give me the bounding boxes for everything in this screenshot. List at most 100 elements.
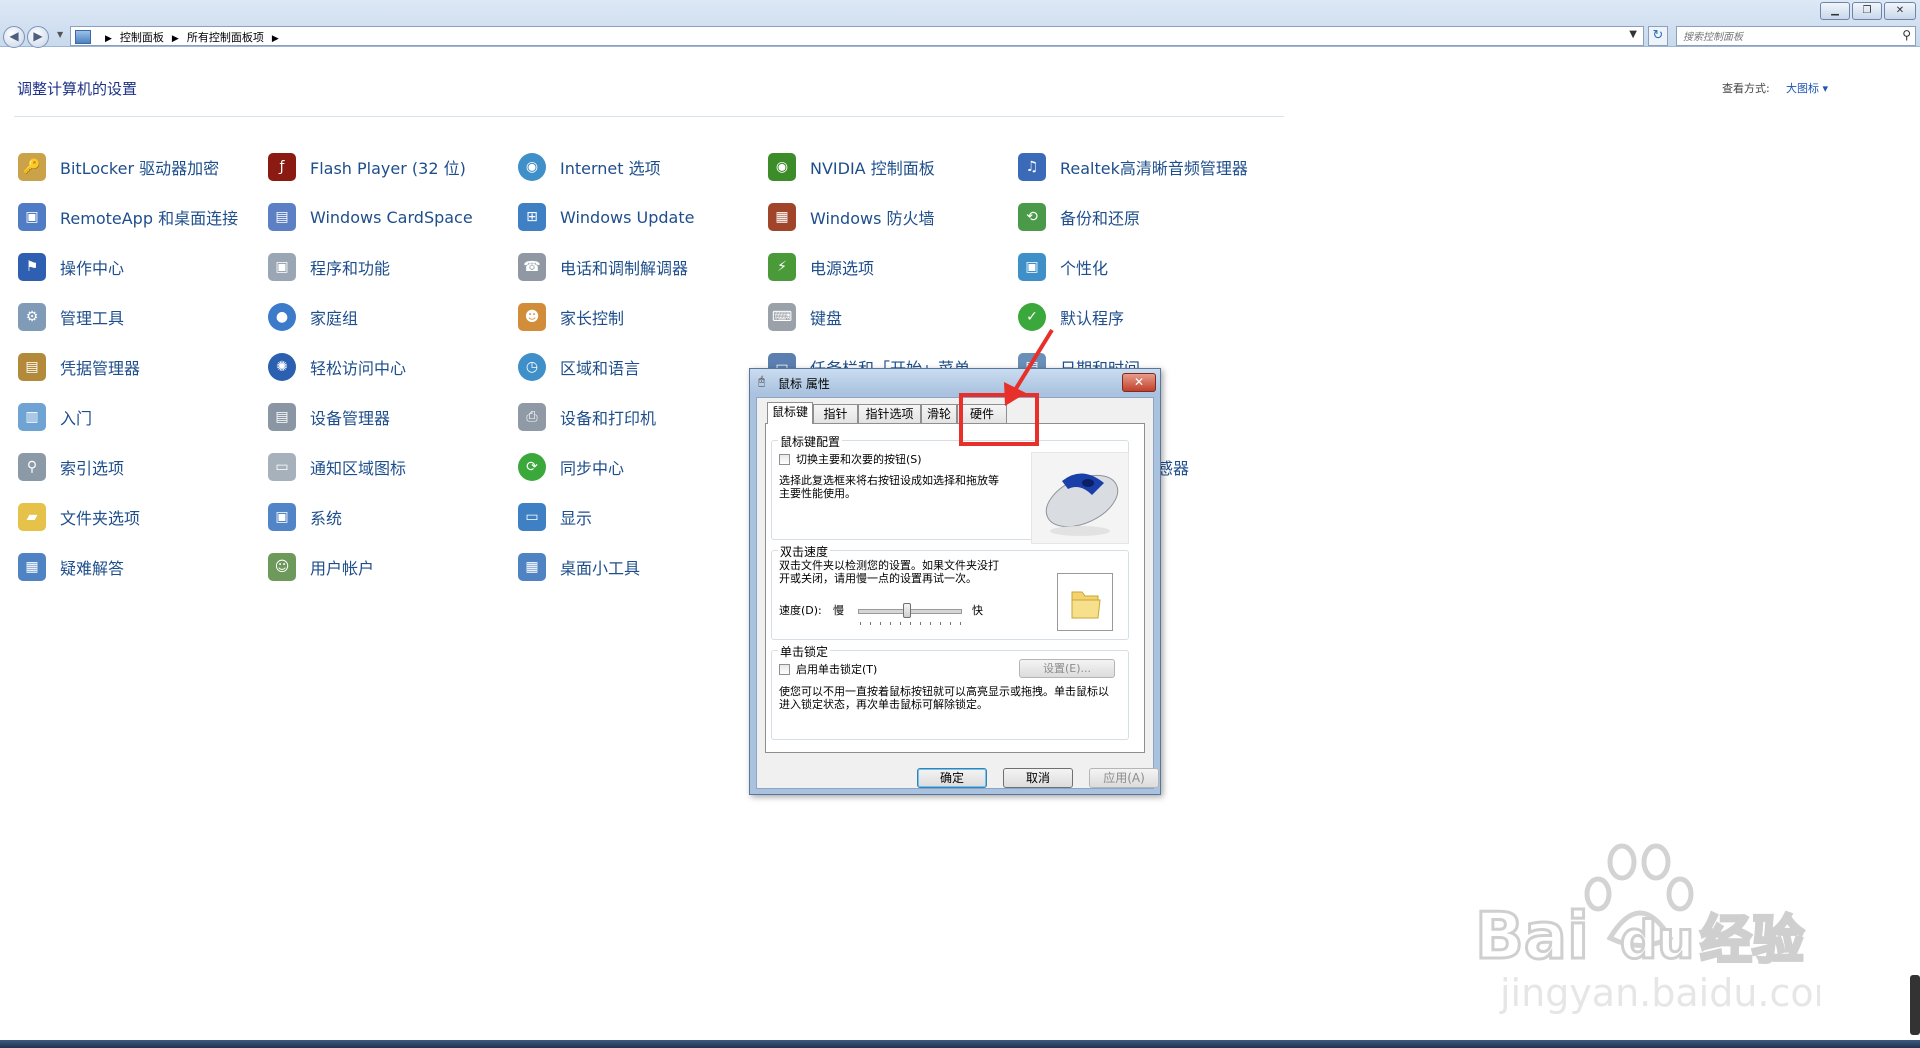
power-plug-icon: ⚡ [768, 253, 796, 281]
view-by-dropdown[interactable]: 大图标 ▾ [1786, 80, 1828, 96]
tab-buttons[interactable]: 鼠标键 [767, 402, 813, 424]
control-panel-icon [75, 30, 91, 44]
page-title: 调整计算机的设置 [17, 80, 138, 98]
item-devices-printers[interactable]: ⎙ 设备和打印机 [518, 402, 656, 432]
item-troubleshooting[interactable]: ▦ 疑难解答 [18, 552, 124, 582]
taskbar [0, 1040, 1920, 1048]
slider-thumb[interactable] [902, 603, 911, 618]
breadcrumb-all-items[interactable]: 所有控制面板项 [187, 31, 264, 44]
address-dropdown-icon[interactable]: ▼ [1629, 29, 1637, 40]
item-label: 通知区域图标 [310, 459, 407, 478]
item-windows-update[interactable]: ⊞ Windows Update [518, 202, 694, 232]
tab-pointer-options[interactable]: 指针选项 [858, 404, 921, 423]
speed-label: 速度(D): [779, 604, 822, 617]
back-button[interactable]: ◀ [3, 26, 25, 48]
item-action-center[interactable]: ⚑ 操作中心 [18, 252, 124, 282]
item-programs-features[interactable]: ▣ 程序和功能 [268, 252, 390, 282]
item-cardspace[interactable]: ▤ Windows CardSpace [268, 202, 473, 232]
breadcrumb-control-panel[interactable]: 控制面板 [120, 31, 164, 44]
parental-controls-icon: ☻ [518, 303, 546, 331]
search-icon[interactable]: ⚲ [1902, 28, 1911, 42]
notification-area-icon: ▭ [268, 453, 296, 481]
item-power-options[interactable]: ⚡ 电源选项 [768, 252, 874, 282]
search-input[interactable] [1681, 28, 1885, 46]
back-arrow-icon: ◀ [9, 29, 19, 43]
troubleshoot-icon: ▦ [18, 553, 46, 581]
test-folder[interactable] [1057, 573, 1113, 631]
item-system[interactable]: ▣ 系统 [268, 502, 342, 532]
vault-icon: ▤ [18, 353, 46, 381]
dialog-title-bar[interactable]: 🖰 鼠标 属性 ✕ [750, 369, 1160, 394]
item-admin-tools[interactable]: ⚙ 管理工具 [18, 302, 124, 332]
gear-icon: ⚙ [18, 303, 46, 331]
item-nvidia[interactable]: ◉ NVIDIA 控制面板 [768, 152, 935, 182]
item-homegroup[interactable]: ● 家庭组 [268, 302, 358, 332]
recent-pages-dropdown[interactable]: ▼ [57, 30, 63, 39]
click-lock-settings-button[interactable]: 设置(E)... [1019, 659, 1115, 678]
nvidia-icon: ◉ [768, 153, 796, 181]
item-flash-player[interactable]: ƒ Flash Player (32 位) [268, 152, 466, 182]
item-ease-of-access[interactable]: ✺ 轻松访问中心 [268, 352, 406, 382]
breadcrumb-chevron-icon[interactable]: ▶ [272, 34, 279, 44]
dialog-title: 鼠标 属性 [778, 377, 830, 391]
item-device-manager[interactable]: ▤ 设备管理器 [268, 402, 390, 432]
tab-wheel[interactable]: 滑轮 [921, 404, 957, 423]
item-sensor-partial[interactable]: 感器 [1157, 452, 1189, 482]
item-credential-manager[interactable]: ▤ 凭据管理器 [18, 352, 140, 382]
dialog-close-button[interactable]: ✕ [1122, 373, 1156, 392]
breadcrumb-chevron-icon[interactable]: ▶ [172, 34, 179, 44]
tab-pointers[interactable]: 指针 [813, 404, 858, 423]
item-indexing-options[interactable]: ⚲ 索引选项 [18, 452, 124, 482]
item-internet-options[interactable]: ◉ Internet 选项 [518, 152, 661, 182]
item-bitlocker[interactable]: 🔑 BitLocker 驱动器加密 [18, 152, 219, 182]
item-parental-controls[interactable]: ☻ 家长控制 [518, 302, 624, 332]
search-box[interactable]: ⚲ [1676, 26, 1916, 46]
item-user-accounts[interactable]: ☺ 用户帐户 [268, 552, 374, 582]
item-label: 凭据管理器 [60, 359, 141, 378]
display-icon: ▭ [518, 503, 546, 531]
switch-buttons-checkbox[interactable] [779, 454, 790, 465]
item-folder-options[interactable]: ▰ 文件夹选项 [18, 502, 140, 532]
switch-buttons-label[interactable]: 切换主要和次要的按钮(S) [796, 453, 922, 466]
item-region-language[interactable]: ◷ 区域和语言 [518, 352, 640, 382]
item-keyboard[interactable]: ⌨ 键盘 [768, 302, 842, 332]
item-display[interactable]: ▭ 显示 [518, 502, 592, 532]
dialog-body: 鼠标键 指针 指针选项 滑轮 硬件 鼠标键配置 切换主要和次要的按钮(S) 选择… [756, 397, 1159, 789]
item-getting-started[interactable]: ▥ 入门 [18, 402, 92, 432]
item-realtek[interactable]: ♫ Realtek高清晰音频管理器 [1018, 152, 1248, 182]
group-title: 单击锁定 [778, 643, 831, 660]
item-label: 设备管理器 [310, 409, 391, 428]
click-lock-checkbox[interactable] [779, 664, 790, 675]
item-personalization[interactable]: ▣ 个性化 [1018, 252, 1108, 282]
scroll-handle[interactable] [1910, 975, 1920, 1035]
click-lock-label[interactable]: 启用单击锁定(T) [796, 663, 877, 676]
breadcrumb-chevron-icon[interactable]: ▶ [105, 34, 112, 44]
item-desktop-gadgets[interactable]: ▦ 桌面小工具 [518, 552, 640, 582]
cancel-button[interactable]: 取消 [1003, 768, 1073, 788]
address-bar[interactable]: ▶ 控制面板 ▶ 所有控制面板项 ▶ ▼ [70, 26, 1644, 46]
globe-icon: ◉ [518, 153, 546, 181]
forward-button[interactable]: ▶ [27, 26, 49, 48]
item-remoteapp[interactable]: ▣ RemoteApp 和桌面连接 [18, 202, 238, 232]
minimize-button[interactable]: ▁ [1820, 2, 1850, 20]
baidu-watermark-logo: Bai du 经验 jingyan.baidu.com [1474, 843, 1820, 1015]
mouse-icon: 🖰 [758, 374, 766, 388]
close-button[interactable]: ✕ [1884, 2, 1916, 20]
header-divider [14, 116, 1284, 117]
click-lock-group: 单击锁定 启用单击锁定(T) 设置(E)... 使您可以不用一直按着鼠标按钮就可… [771, 643, 1129, 740]
item-label: 显示 [560, 509, 593, 528]
item-backup-restore[interactable]: ⟲ 备份和还原 [1018, 202, 1140, 232]
forward-arrow-icon: ▶ [33, 29, 43, 43]
refresh-button[interactable]: ↻ [1648, 26, 1668, 46]
device-manager-icon: ▤ [268, 403, 296, 431]
item-label: BitLocker 驱动器加密 [60, 159, 220, 178]
item-default-programs[interactable]: ✓ 默认程序 [1018, 302, 1124, 332]
ok-button[interactable]: 确定 [917, 768, 987, 788]
item-windows-firewall[interactable]: ▦ Windows 防火墙 [768, 202, 935, 232]
item-notification-icons[interactable]: ▭ 通知区域图标 [268, 452, 406, 482]
item-sync-center[interactable]: ⟳ 同步中心 [518, 452, 624, 482]
maximize-button[interactable]: ❐ [1852, 2, 1882, 20]
item-phone-modem[interactable]: ☎ 电话和调制解调器 [518, 252, 688, 282]
item-label: 感器 [1157, 459, 1190, 478]
apply-button[interactable]: 应用(A) [1089, 768, 1159, 788]
